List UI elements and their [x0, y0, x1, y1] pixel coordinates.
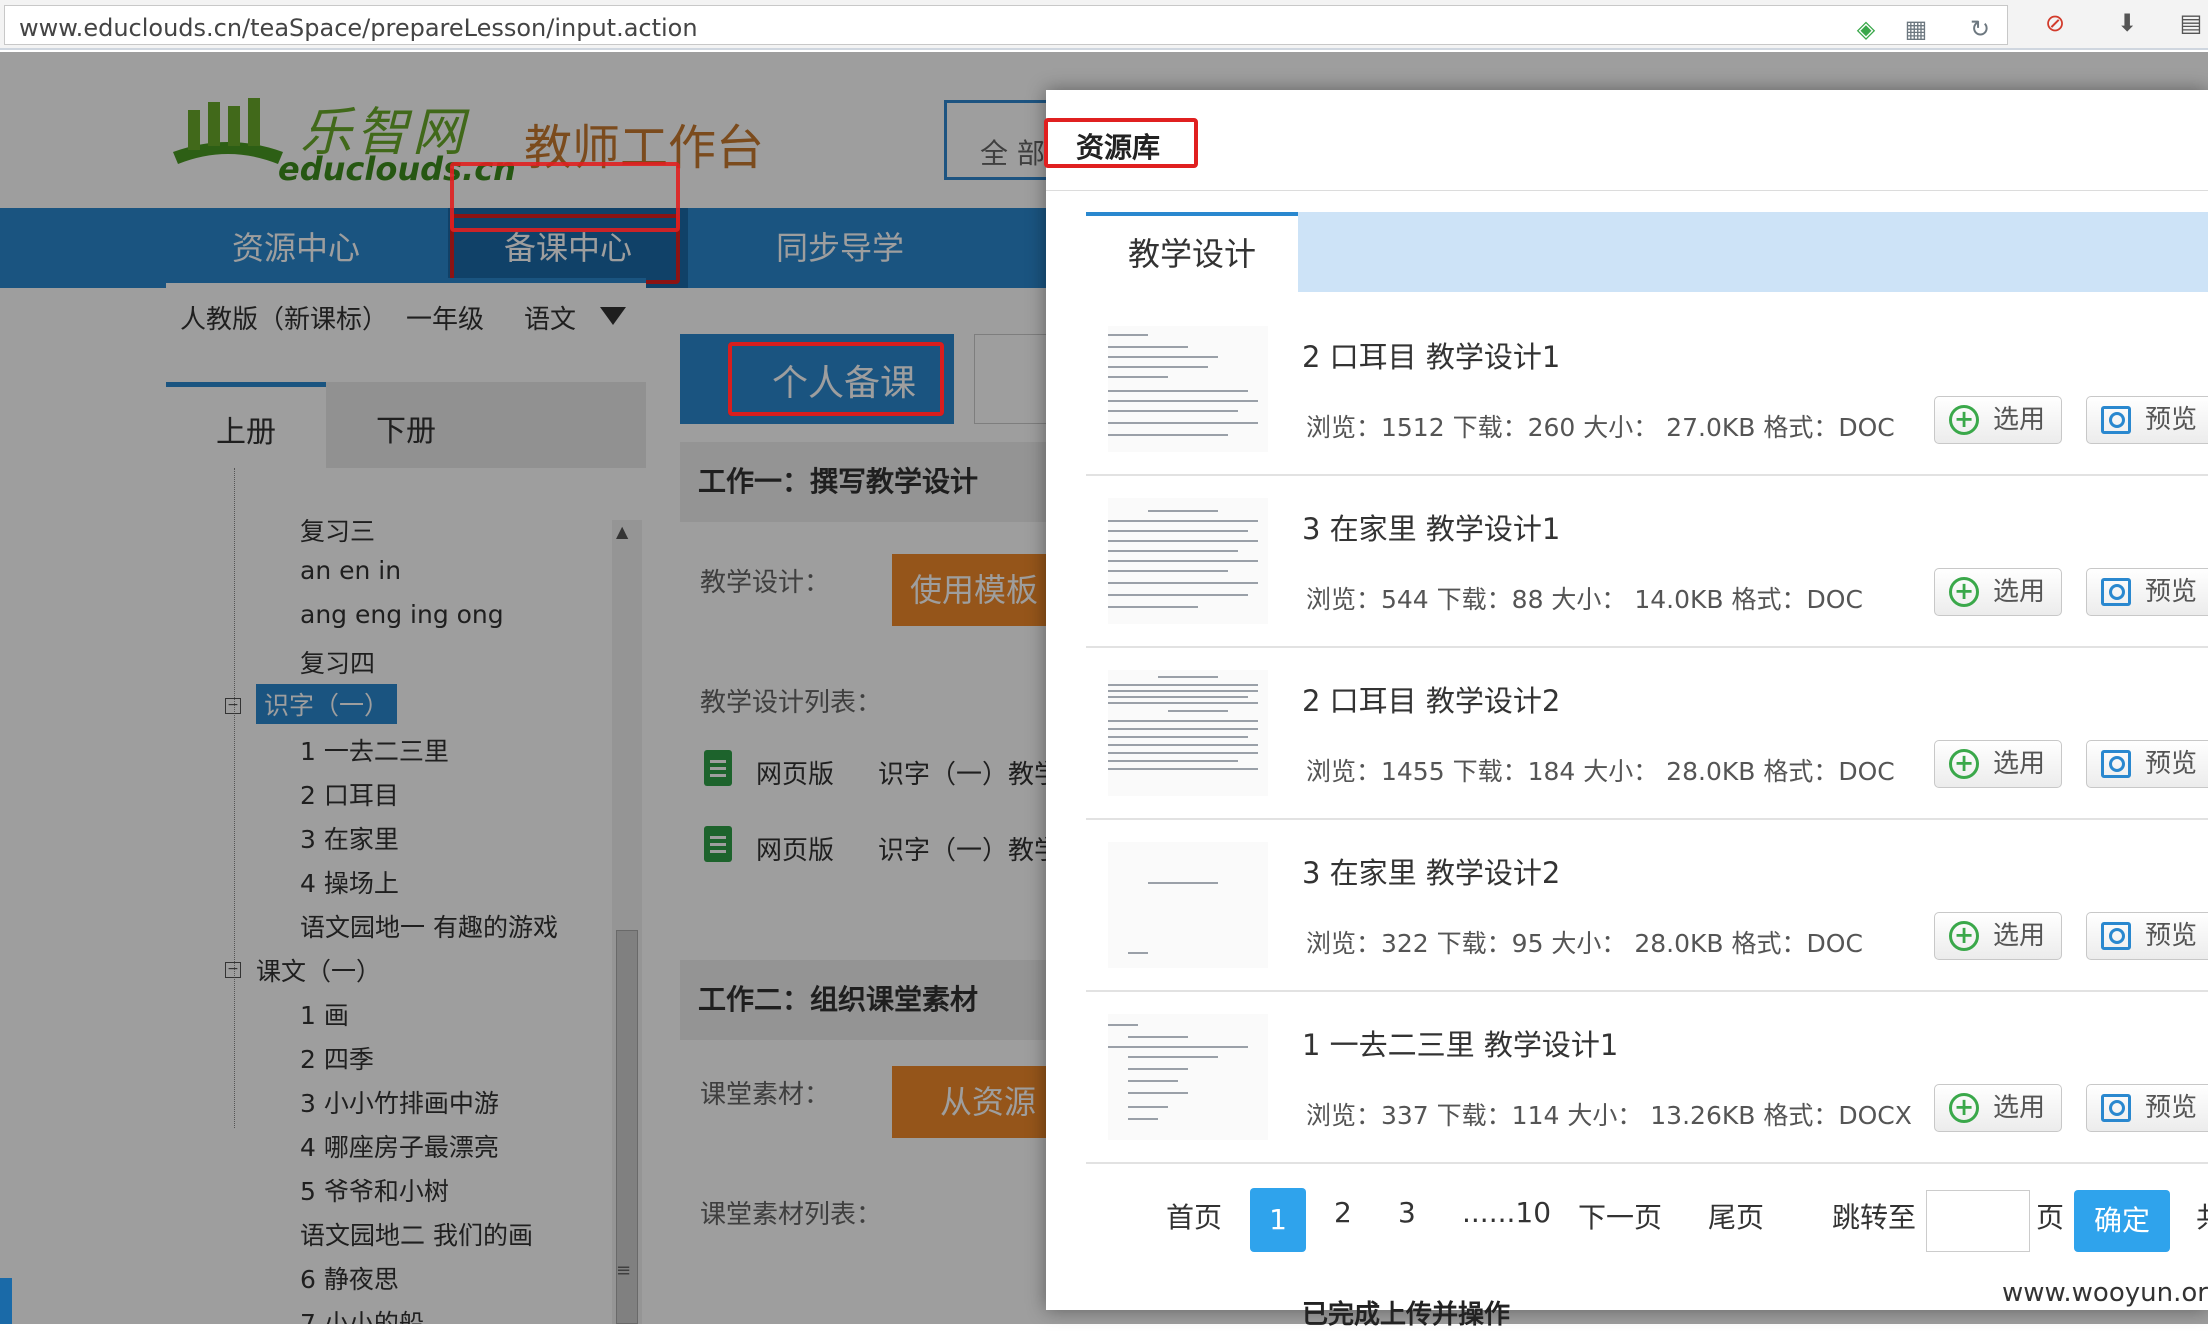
select-button-label: 选用: [1993, 921, 2046, 951]
highlight-box-personal-overlay: [728, 342, 944, 416]
select-button-label: 选用: [1993, 749, 2046, 779]
magnifier-icon: [2101, 578, 2131, 606]
confirm-button[interactable]: 确定: [2074, 1190, 2170, 1252]
document-thumbnail: [1108, 498, 1268, 624]
document-thumbnail: [1108, 670, 1268, 796]
resource-meta: 浏览：544 下载：88 大小： 14.0KB 格式：DOC: [1306, 585, 1863, 614]
document-thumbnail: [1108, 1014, 1268, 1140]
preview-button-label: 预览: [2145, 749, 2198, 779]
select-button[interactable]: + 选用: [1934, 740, 2062, 788]
watermark: www.wooyun.org: [2002, 1278, 2208, 1308]
tab-teaching-design[interactable]: 教学设计: [1086, 212, 1298, 292]
resource-meta: 浏览：322 下载：95 大小： 28.0KB 格式：DOC: [1306, 929, 1863, 958]
pagination-total-label: 共: [2196, 1196, 2208, 1236]
resource-item: 2 口耳目 教学设计1 浏览：1512 下载：260 大小： 27.0KB 格式…: [1086, 304, 2208, 476]
resource-item: 1 一去二三里 教学设计1 浏览：337 下载：114 大小： 13.26KB …: [1086, 992, 2208, 1164]
resource-item: 3 在家里 教学设计1 浏览：544 下载：88 大小： 14.0KB 格式：D…: [1086, 476, 2208, 648]
menu-icon[interactable]: ▤: [2176, 8, 2206, 38]
magnifier-icon: [2101, 1094, 2131, 1122]
select-button[interactable]: + 选用: [1934, 568, 2062, 616]
preview-button[interactable]: 预览: [2086, 568, 2208, 616]
pagination-page-unit: 页: [2036, 1201, 2065, 1234]
resource-title[interactable]: 3 在家里 教学设计2: [1302, 850, 1560, 892]
page-jump-input[interactable]: [1926, 1190, 2030, 1252]
refresh-icon[interactable]: ↻: [1965, 14, 1995, 44]
magnifier-icon: [2101, 406, 2131, 434]
select-button[interactable]: + 选用: [1934, 1084, 2062, 1132]
preview-button[interactable]: 预览: [2086, 740, 2208, 788]
select-button[interactable]: + 选用: [1934, 396, 2062, 444]
resource-title[interactable]: 2 口耳目 教学设计1: [1302, 334, 1560, 376]
highlight-box-title: [1044, 118, 1198, 168]
download-icon[interactable]: ⬇: [2112, 8, 2142, 38]
pagination-page-current[interactable]: 1: [1250, 1188, 1306, 1252]
preview-button[interactable]: 预览: [2086, 1084, 2208, 1132]
plus-circle-icon: +: [1949, 749, 1979, 779]
status-text: 已完成上传并操作: [1302, 1300, 1511, 1330]
select-button-label: 选用: [1993, 1093, 2046, 1123]
plus-circle-icon: +: [1949, 1093, 1979, 1123]
plus-circle-icon: +: [1949, 577, 1979, 607]
shield-icon[interactable]: ◈: [1851, 14, 1881, 44]
pagination-first[interactable]: 首页: [1166, 1196, 1222, 1236]
pagination-last[interactable]: 尾页: [1708, 1196, 1764, 1236]
resource-item: 2 口耳目 教学设计2 浏览：1455 下载：184 大小： 28.0KB 格式…: [1086, 648, 2208, 820]
resource-item: 3 在家里 教学设计2 浏览：322 下载：95 大小： 28.0KB 格式：D…: [1086, 820, 2208, 992]
preview-button-label: 预览: [2145, 921, 2198, 951]
resource-title[interactable]: 2 口耳目 教学设计2: [1302, 678, 1560, 720]
address-bar[interactable]: www.educlouds.cn/teaSpace/prepareLesson/…: [4, 5, 2008, 45]
preview-button[interactable]: 预览: [2086, 912, 2208, 960]
resource-meta: 浏览：1512 下载：260 大小： 27.0KB 格式：DOC: [1306, 413, 1895, 442]
select-button-label: 选用: [1993, 577, 2046, 607]
resource-title[interactable]: 1 一去二三里 教学设计1: [1302, 1022, 1618, 1064]
url-text: www.educlouds.cn/teaSpace/prepareLesson/…: [19, 14, 698, 42]
divider: [1046, 190, 2208, 191]
edge-widget: [0, 1278, 12, 1324]
resource-meta: 浏览：337 下载：114 大小： 13.26KB 格式：DOCX: [1306, 1101, 1912, 1130]
pagination-jump-label: 跳转至: [1832, 1201, 1917, 1234]
highlight-box-nav-overlay: [450, 162, 680, 232]
select-button-label: 选用: [1993, 405, 2046, 435]
magnifier-icon: [2101, 922, 2131, 950]
document-thumbnail: [1108, 326, 1268, 452]
preview-button[interactable]: 预览: [2086, 396, 2208, 444]
pagination-page[interactable]: 3: [1398, 1196, 1416, 1229]
plus-circle-icon: +: [1949, 921, 1979, 951]
pagination-page[interactable]: 2: [1334, 1196, 1352, 1229]
pagination-next[interactable]: 下一页: [1578, 1196, 1662, 1236]
resource-meta: 浏览：1455 下载：184 大小： 28.0KB 格式：DOC: [1306, 757, 1895, 786]
pagination-page-last-number[interactable]: ......10: [1462, 1196, 1551, 1229]
preview-button-label: 预览: [2145, 1093, 2198, 1123]
qr-code-icon[interactable]: ▦: [1901, 14, 1931, 44]
magnifier-icon: [2101, 750, 2131, 778]
preview-button-label: 预览: [2145, 577, 2198, 607]
select-button[interactable]: + 选用: [1934, 912, 2062, 960]
adblock-icon[interactable]: ⊘: [2040, 8, 2070, 38]
plus-circle-icon: +: [1949, 405, 1979, 435]
document-thumbnail: [1108, 842, 1268, 968]
resource-title[interactable]: 3 在家里 教学设计1: [1302, 506, 1560, 548]
browser-toolbar: www.educlouds.cn/teaSpace/prepareLesson/…: [0, 0, 2208, 50]
preview-button-label: 预览: [2145, 405, 2198, 435]
